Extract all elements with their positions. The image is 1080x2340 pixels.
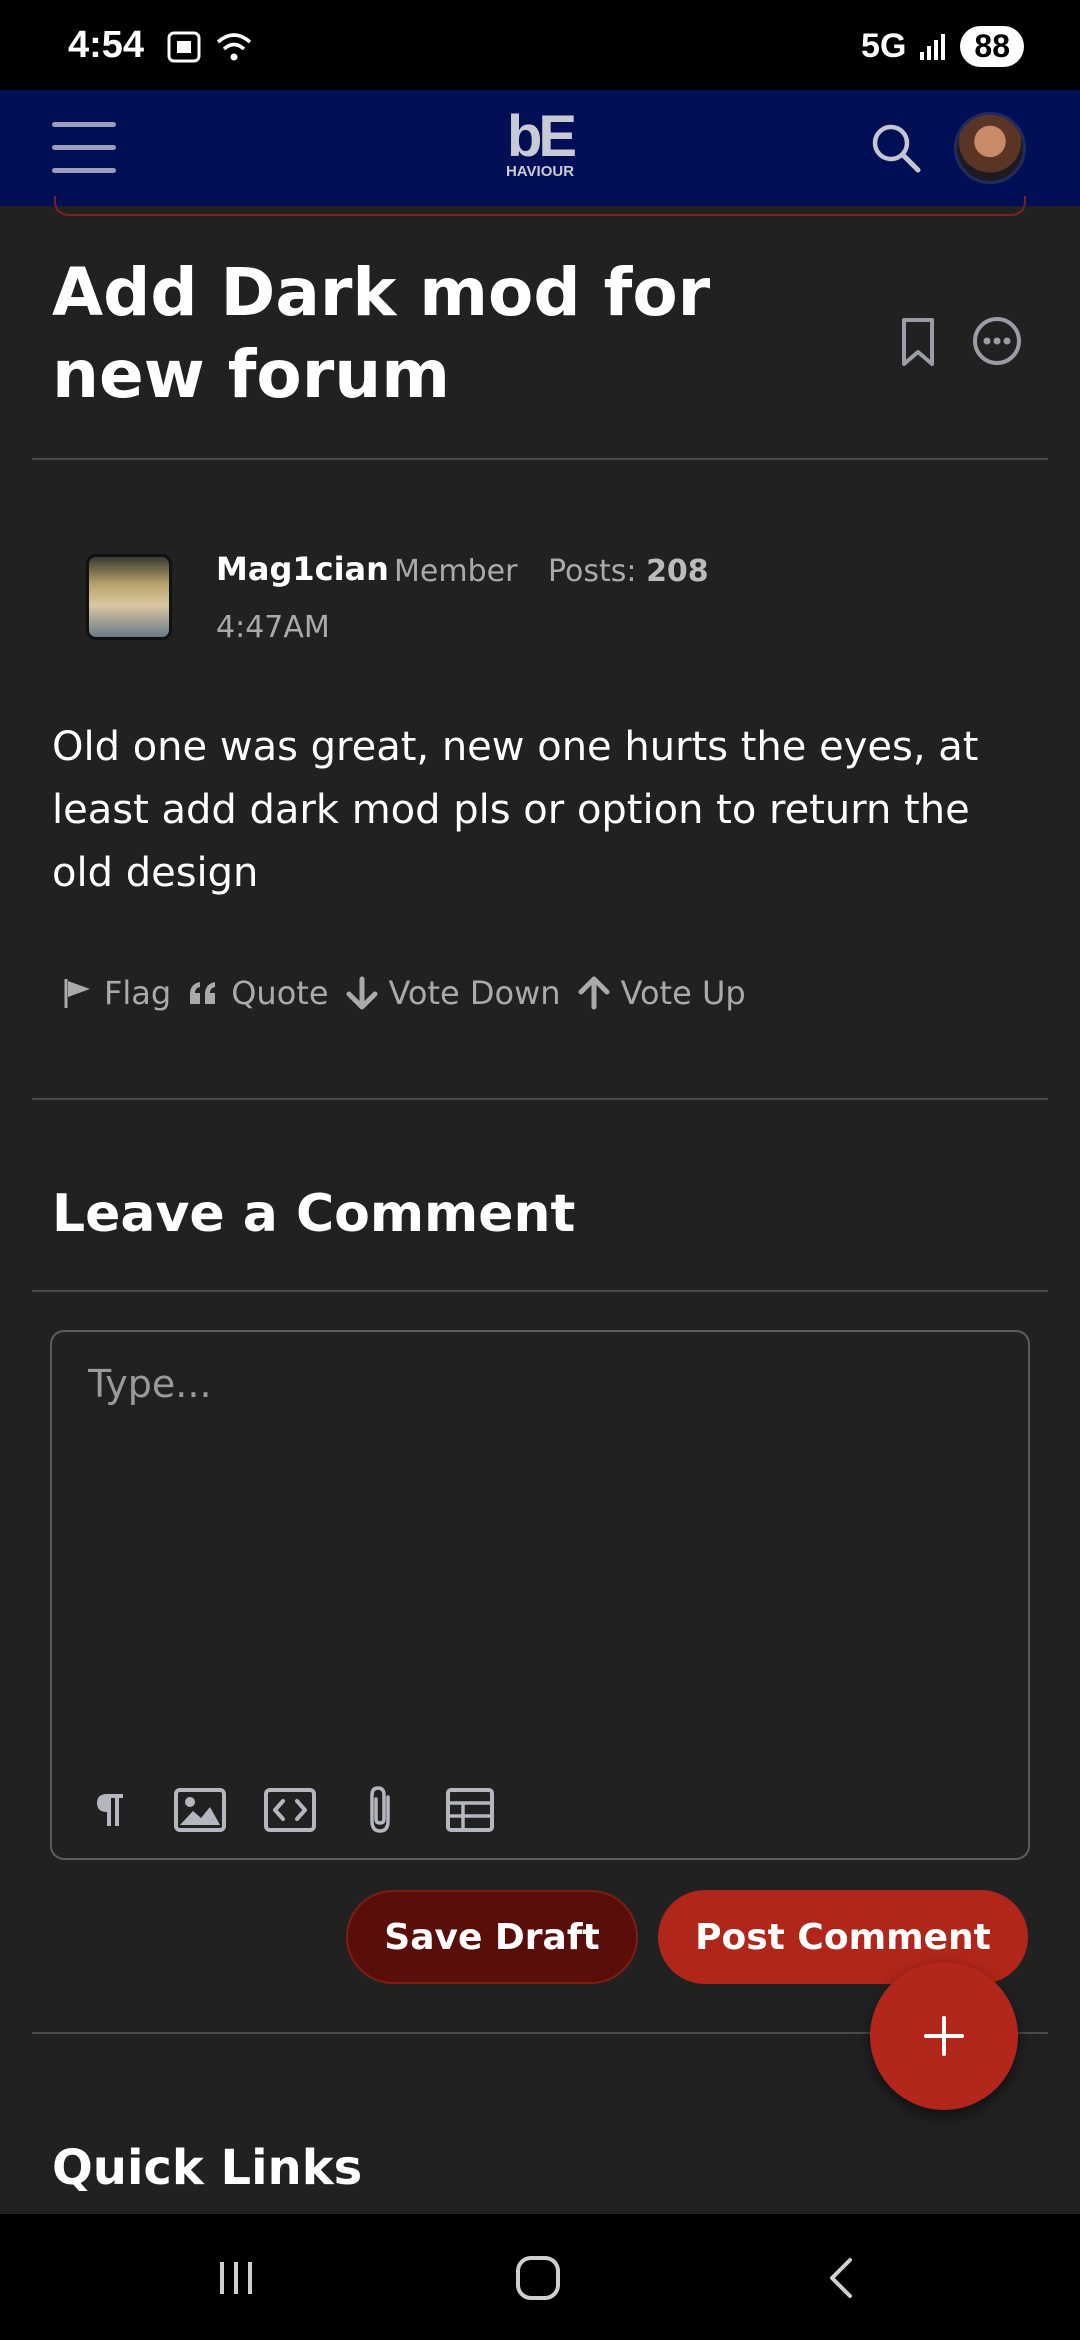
vote-up-label: Vote Up	[620, 974, 746, 1012]
quote-icon	[190, 982, 216, 1004]
more-options-button[interactable]	[970, 314, 1024, 368]
author-avatar[interactable]	[86, 554, 172, 640]
more-icon	[973, 317, 1021, 365]
battery-badge: 88	[960, 26, 1024, 67]
status-right: 5G 88	[861, 26, 1024, 67]
image-icon	[174, 1788, 226, 1832]
insert-code-button[interactable]	[262, 1782, 318, 1838]
search-icon	[872, 124, 921, 173]
author-role: Member	[394, 554, 518, 589]
quick-links-heading: Quick Links	[52, 2140, 363, 2196]
comment-editor	[50, 1330, 1030, 1860]
divider	[32, 458, 1048, 460]
paragraph-format-button[interactable]	[82, 1782, 138, 1838]
save-draft-button[interactable]: Save Draft	[346, 1890, 638, 1984]
attach-file-button[interactable]	[352, 1782, 408, 1838]
author-posts: Posts: 208	[548, 554, 709, 589]
plus-icon	[924, 2016, 964, 2056]
bookmark-icon	[902, 318, 934, 366]
back-button[interactable]	[812, 2248, 872, 2308]
flag-icon	[64, 979, 90, 1008]
user-avatar[interactable]	[954, 112, 1026, 184]
bookmark-button[interactable]	[894, 314, 942, 370]
status-time: 4:54	[68, 24, 145, 66]
editor-toolbar	[82, 1782, 532, 1838]
recent-apps-button[interactable]	[206, 2248, 266, 2308]
posts-count: 208	[646, 554, 709, 589]
app-header: bE HAVIOUR	[0, 90, 1080, 206]
network-label: 5G	[861, 27, 907, 65]
status-icons	[166, 30, 254, 64]
author-name[interactable]: Mag1cian	[216, 550, 389, 588]
system-nav-bar	[0, 2214, 1080, 2340]
insert-image-button[interactable]	[172, 1782, 228, 1838]
post-title: Add Dark mod for new forum	[52, 254, 711, 413]
new-discussion-fab[interactable]	[870, 1962, 1018, 2110]
leave-comment-heading: Leave a Comment	[52, 1184, 576, 1244]
home-button[interactable]	[508, 2248, 568, 2308]
post-body: Old one was great, new one hurts the eye…	[52, 724, 979, 896]
site-logo[interactable]: bE HAVIOUR	[498, 104, 582, 180]
paragraph-icon	[97, 1794, 123, 1826]
arrow-down-icon	[346, 976, 377, 1010]
home-icon	[516, 2256, 560, 2300]
post-time[interactable]: 4:47AM	[216, 610, 330, 645]
card-edge	[54, 196, 1026, 216]
flag-button[interactable]: Flag	[60, 974, 171, 1012]
back-icon	[830, 2258, 852, 2298]
wifi-icon	[216, 33, 252, 61]
logo-sub-text: HAVIOUR	[505, 163, 575, 180]
vote-down-label: Vote Down	[388, 974, 561, 1012]
quote-label: Quote	[231, 974, 329, 1012]
divider	[32, 1290, 1048, 1292]
arrow-up-icon	[578, 976, 610, 1010]
signal-icon	[920, 33, 946, 60]
search-button[interactable]	[868, 120, 924, 176]
screenshot-icon	[167, 31, 201, 63]
insert-table-button[interactable]	[442, 1782, 498, 1838]
divider	[32, 1098, 1048, 1100]
logo-main-text: bE	[506, 104, 577, 169]
vote-down-button[interactable]: Vote Down	[345, 974, 561, 1012]
recents-icon	[220, 2262, 252, 2294]
comment-input[interactable]	[88, 1362, 988, 1662]
posts-label: Posts:	[548, 554, 637, 589]
quote-button[interactable]: Quote	[187, 974, 329, 1012]
menu-button[interactable]	[52, 122, 116, 174]
flag-label: Flag	[104, 974, 172, 1012]
post-actions: Flag Quote Vote Down Vote Up	[60, 974, 762, 1012]
paperclip-icon	[370, 1786, 390, 1833]
code-icon	[264, 1788, 316, 1832]
status-bar: 4:54 5G 88	[0, 0, 1080, 90]
vote-up-button[interactable]: Vote Up	[577, 974, 746, 1012]
table-icon	[446, 1788, 494, 1832]
